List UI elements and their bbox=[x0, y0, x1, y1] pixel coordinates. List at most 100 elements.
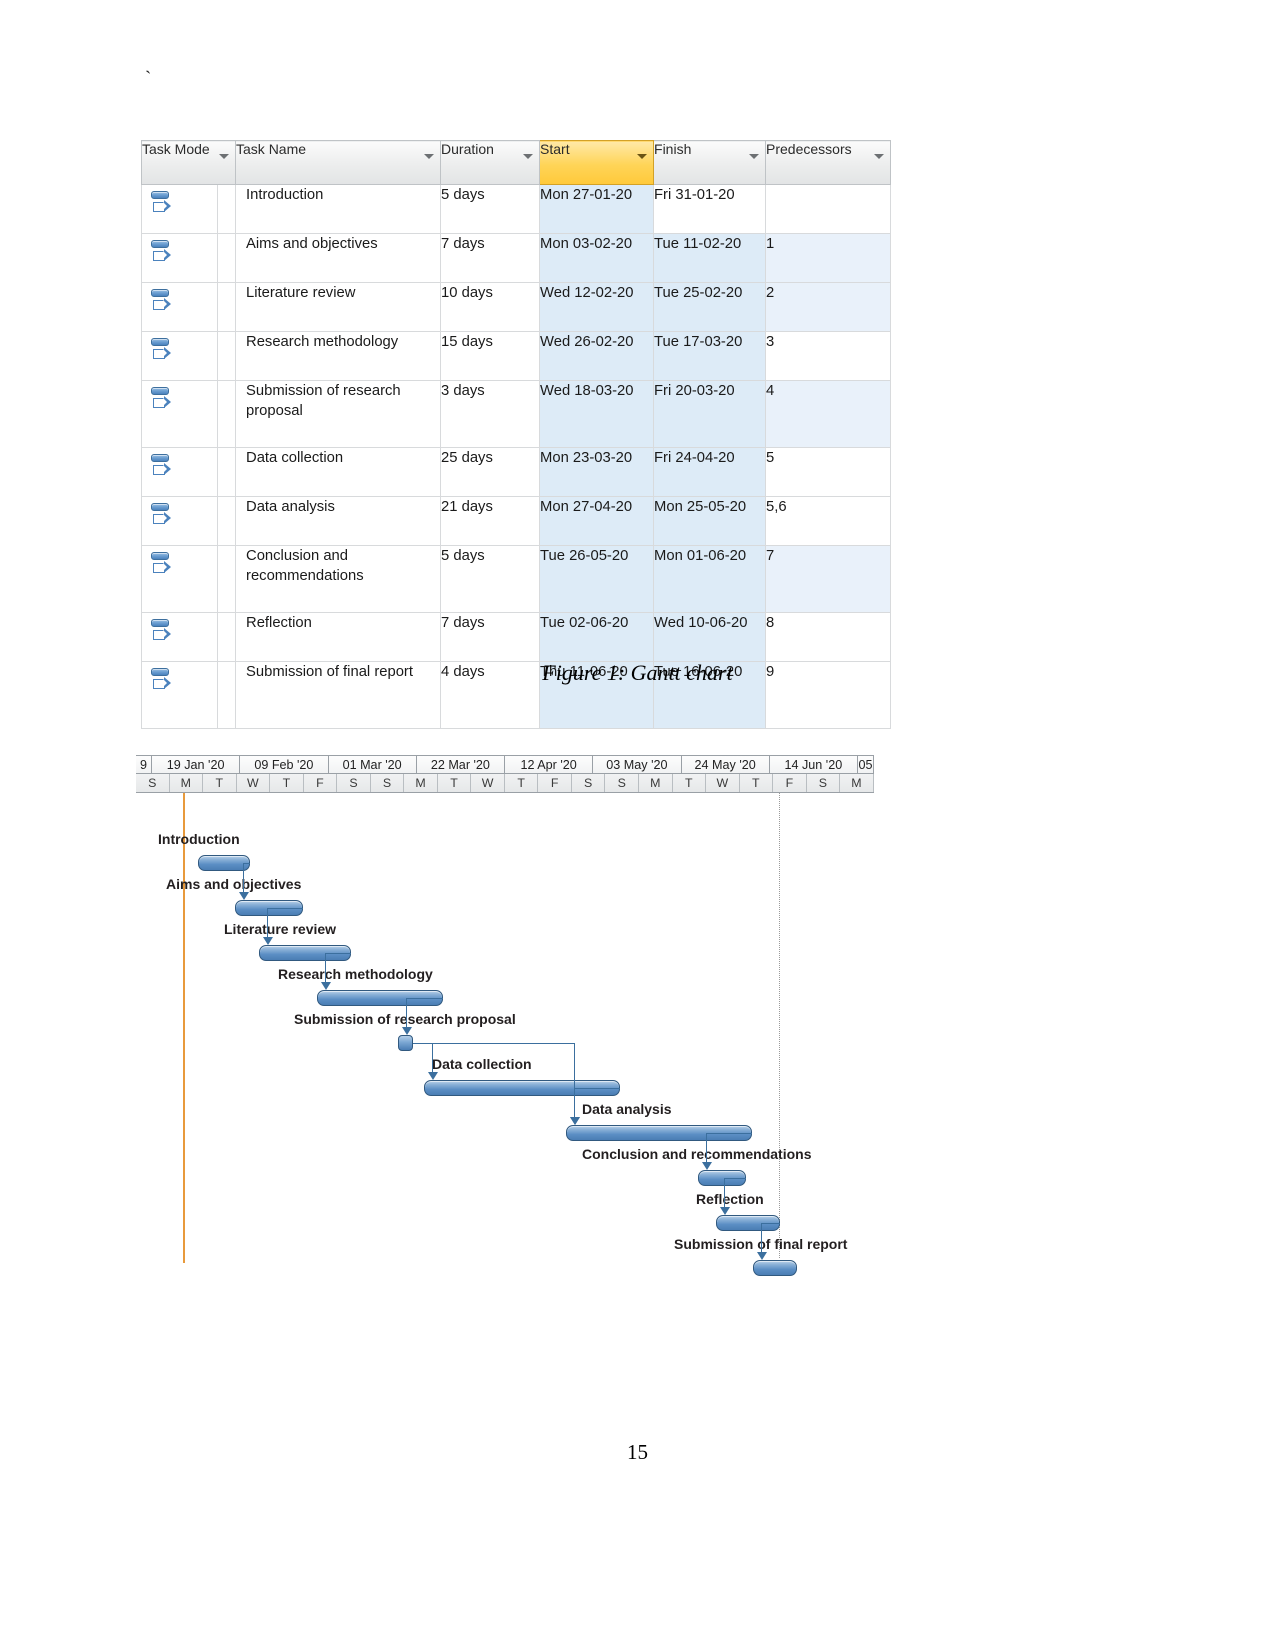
cell-task-mode[interactable] bbox=[141, 612, 218, 662]
chevron-down-icon[interactable] bbox=[749, 154, 760, 159]
cell-task-name[interactable]: Introduction bbox=[235, 184, 442, 234]
column-header-start[interactable]: Start bbox=[539, 140, 655, 185]
cell-predecessors[interactable]: 3 bbox=[765, 331, 892, 381]
cell-indent bbox=[217, 331, 237, 381]
cell-duration[interactable]: 7 days bbox=[440, 612, 541, 662]
timeline-day-tick: T bbox=[673, 774, 707, 792]
cell-task-name[interactable]: Data collection bbox=[235, 447, 442, 497]
chevron-down-icon[interactable] bbox=[523, 154, 534, 159]
cell-finish[interactable]: Fri 31-01-20 bbox=[653, 184, 767, 234]
cell-start[interactable]: Tue 26-05-20 bbox=[539, 545, 655, 613]
stray-mark: ` bbox=[145, 68, 152, 89]
cell-task-name[interactable]: Conclusion and recommendations bbox=[235, 545, 442, 613]
gantt-bar-label: Research methodology bbox=[278, 966, 433, 982]
column-header-label: Start bbox=[540, 141, 570, 157]
cell-task-mode[interactable] bbox=[141, 282, 218, 332]
table-row[interactable]: Introduction 5 days Mon 27-01-20 Fri 31-… bbox=[141, 184, 892, 234]
cell-finish[interactable]: Tue 11-02-20 bbox=[653, 233, 767, 283]
cell-start[interactable]: Mon 23-03-20 bbox=[539, 447, 655, 497]
table-row[interactable]: Data collection 25 days Mon 23-03-20 Fri… bbox=[141, 447, 892, 497]
gantt-link bbox=[267, 908, 269, 938]
cell-predecessors[interactable] bbox=[765, 184, 892, 234]
gantt-link-arrow-icon bbox=[701, 1162, 712, 1170]
column-header-label: Finish bbox=[654, 141, 692, 157]
gantt-bar[interactable] bbox=[753, 1260, 797, 1276]
cell-start[interactable]: Mon 03-02-20 bbox=[539, 233, 655, 283]
table-row[interactable]: Submission of research proposal 3 days W… bbox=[141, 380, 892, 448]
table-row[interactable]: Data analysis 21 days Mon 27-04-20 Mon 2… bbox=[141, 496, 892, 546]
cell-task-name[interactable]: Literature review bbox=[235, 282, 442, 332]
chevron-down-icon[interactable] bbox=[424, 154, 435, 159]
chevron-down-icon[interactable] bbox=[874, 154, 885, 159]
cell-start[interactable]: Tue 02-06-20 bbox=[539, 612, 655, 662]
cell-predecessors[interactable]: 8 bbox=[765, 612, 892, 662]
timeline-day-tick: S bbox=[337, 774, 371, 792]
cell-predecessors[interactable]: 5 bbox=[765, 447, 892, 497]
cell-task-mode[interactable] bbox=[141, 380, 218, 448]
cell-start[interactable]: Mon 27-01-20 bbox=[539, 184, 655, 234]
cell-predecessors[interactable]: 4 bbox=[765, 380, 892, 448]
cell-task-mode[interactable] bbox=[141, 447, 218, 497]
timeline-day-tick: F bbox=[538, 774, 572, 792]
column-header-predecessors[interactable]: Predecessors bbox=[765, 140, 892, 185]
cell-task-mode[interactable] bbox=[141, 233, 218, 283]
cell-start[interactable]: Wed 12-02-20 bbox=[539, 282, 655, 332]
column-header-finish[interactable]: Finish bbox=[653, 140, 767, 185]
cell-duration[interactable]: 25 days bbox=[440, 447, 541, 497]
cell-task-name[interactable]: Aims and objectives bbox=[235, 233, 442, 283]
cell-finish[interactable]: Mon 01-06-20 bbox=[653, 545, 767, 613]
cell-duration[interactable]: 5 days bbox=[440, 545, 541, 613]
cell-predecessors[interactable]: 2 bbox=[765, 282, 892, 332]
cell-predecessors[interactable]: 7 bbox=[765, 545, 892, 613]
cell-task-mode[interactable] bbox=[141, 331, 218, 381]
cell-task-mode[interactable] bbox=[141, 496, 218, 546]
cell-duration[interactable]: 10 days bbox=[440, 282, 541, 332]
chevron-down-icon[interactable] bbox=[219, 154, 230, 159]
table-row[interactable]: Aims and objectives 7 days Mon 03-02-20 … bbox=[141, 233, 892, 283]
cell-indent bbox=[217, 380, 237, 448]
timeline-day-tick: T bbox=[203, 774, 237, 792]
column-header-task-name[interactable]: Task Name bbox=[235, 140, 442, 185]
table-row[interactable]: Literature review 10 days Wed 12-02-20 T… bbox=[141, 282, 892, 332]
chevron-down-icon[interactable] bbox=[637, 154, 648, 159]
cell-task-mode[interactable] bbox=[141, 184, 218, 234]
cell-task-name[interactable]: Reflection bbox=[235, 612, 442, 662]
cell-task-mode[interactable] bbox=[141, 545, 218, 613]
status-date-line bbox=[779, 793, 780, 1258]
cell-predecessors[interactable]: 1 bbox=[765, 233, 892, 283]
cell-finish[interactable]: Fri 24-04-20 bbox=[653, 447, 767, 497]
cell-task-name[interactable]: Research methodology bbox=[235, 331, 442, 381]
cell-finish[interactable]: Wed 10-06-20 bbox=[653, 612, 767, 662]
cell-finish[interactable]: Tue 17-03-20 bbox=[653, 331, 767, 381]
page-number: 15 bbox=[627, 1440, 648, 1464]
gantt-link bbox=[243, 863, 245, 893]
column-header-task-mode[interactable]: Task Mode bbox=[140, 140, 237, 185]
cell-start[interactable]: Wed 18-03-20 bbox=[539, 380, 655, 448]
cell-indent bbox=[217, 612, 237, 662]
timeline-month-tick: 12 Apr '20 bbox=[505, 756, 594, 773]
cell-task-name[interactable]: Submission of research proposal bbox=[235, 380, 442, 448]
table-row[interactable]: Research methodology 15 days Wed 26-02-2… bbox=[141, 331, 892, 381]
timeline-day-tick: T bbox=[505, 774, 539, 792]
cell-task-name[interactable]: Data analysis bbox=[235, 496, 442, 546]
cell-duration[interactable]: 15 days bbox=[440, 331, 541, 381]
cell-predecessors[interactable]: 5,6 bbox=[765, 496, 892, 546]
cell-duration[interactable]: 3 days bbox=[440, 380, 541, 448]
column-header-duration[interactable]: Duration bbox=[440, 140, 541, 185]
cell-finish[interactable]: Mon 25-05-20 bbox=[653, 496, 767, 546]
gantt-milestone[interactable] bbox=[398, 1035, 413, 1051]
cell-duration[interactable]: 5 days bbox=[440, 184, 541, 234]
cell-duration[interactable]: 7 days bbox=[440, 233, 541, 283]
table-row[interactable]: Conclusion and recommendations 5 days Tu… bbox=[141, 545, 892, 613]
cell-start[interactable]: Mon 27-04-20 bbox=[539, 496, 655, 546]
cell-indent bbox=[217, 447, 237, 497]
cell-start[interactable]: Wed 26-02-20 bbox=[539, 331, 655, 381]
cell-finish[interactable]: Fri 20-03-20 bbox=[653, 380, 767, 448]
cell-duration[interactable]: 21 days bbox=[440, 496, 541, 546]
auto-schedule-icon bbox=[150, 454, 172, 480]
gantt-link-arrow-icon bbox=[238, 892, 249, 900]
table-row[interactable]: Reflection 7 days Tue 02-06-20 Wed 10-06… bbox=[141, 612, 892, 662]
gantt-link bbox=[574, 1088, 620, 1090]
cell-finish[interactable]: Tue 25-02-20 bbox=[653, 282, 767, 332]
timeline-month-tick: 01 Mar '20 bbox=[329, 756, 417, 773]
